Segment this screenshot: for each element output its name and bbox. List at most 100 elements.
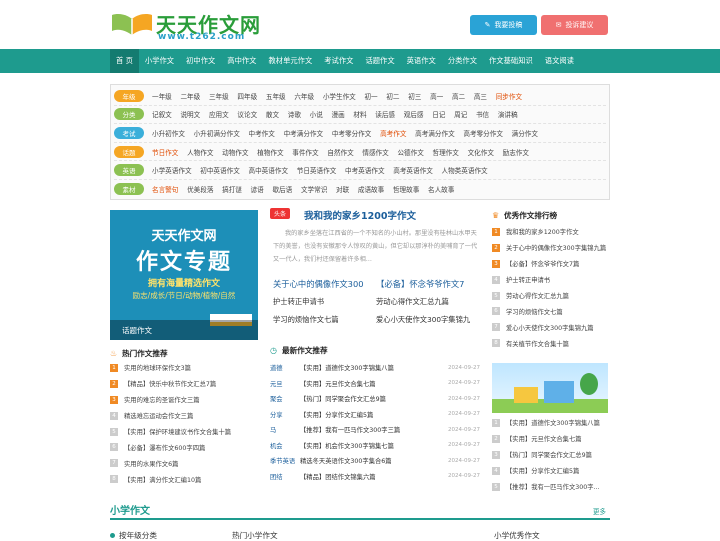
category-link[interactable]: 书信 [476,109,489,119]
latest-row[interactable]: 季节英语 精选冬天英语作文300字集合6篇 2024-09-27 [270,453,480,469]
list-item[interactable]: 5 【实用】保护环境建议书作文合集十篇 [110,424,260,440]
latest-title[interactable]: 【实用】道德作文300字锦集八篇 [300,363,448,372]
topic-banner[interactable]: 天天作文网 作文专题 拥有海量精选作文 励志/成长/节日/动物/植物/自然 话题… [110,210,258,340]
category-link[interactable]: 励志作文 [503,147,529,157]
category-link[interactable]: 小升初作文 [152,128,185,138]
latest-row[interactable]: 元旦 【实用】元旦作文合集七篇 2024-09-27 [270,376,480,392]
latest-cat[interactable]: 机会 [270,441,300,450]
list-item[interactable]: 3 实用的难忘的圣诞作文三篇 [110,392,260,408]
category-link[interactable]: 节日作文 [152,147,178,157]
category-link[interactable]: 散文 [266,109,279,119]
list-item[interactable]: 5 【推荐】我有一匹马作文300字... [492,479,610,495]
nav-reading[interactable]: 语文阅读 [539,49,580,73]
category-link[interactable]: 诗歌 [288,109,301,119]
category-link[interactable]: 节日英语作文 [297,165,337,175]
latest-cat[interactable]: 道德 [270,363,300,372]
latest-cat[interactable]: 分享 [270,410,300,419]
list-item[interactable]: 2 【实用】元旦作文合集七篇 [492,431,610,447]
nav-home[interactable]: 首 页 [110,49,139,73]
nav-basics[interactable]: 作文基础知识 [483,49,539,73]
category-link[interactable]: 成语故事 [358,184,384,194]
latest-row[interactable]: 马【推荐】我有一匹马作文300字三篇 2024-09-27 [270,422,480,438]
latest-title[interactable]: 【推荐】我有一匹马作文300字三篇 [300,425,448,434]
category-link[interactable]: 记叙文 [152,109,172,119]
category-link[interactable]: 事件作文 [292,147,318,157]
latest-title[interactable]: 【实用】分享作文汇编5篇 [300,410,448,419]
category-link[interactable]: 对联 [336,184,349,194]
nav-category[interactable]: 分类作文 [442,49,483,73]
category-link[interactable]: 日记 [432,109,445,119]
category-link[interactable]: 读后感 [375,109,395,119]
featured-link[interactable]: 爱心小天使作文300字集锦九 [376,315,479,325]
category-link[interactable]: 高考零分作文 [463,128,503,138]
category-link[interactable]: 小学生作文 [323,91,356,101]
nav-junior[interactable]: 初中作文 [180,49,221,73]
category-link[interactable]: 高考英语作文 [393,165,433,175]
list-item[interactable]: 8 有关植节作文合集十篇 [492,335,610,351]
category-link[interactable]: 初中英语作文 [200,165,240,175]
list-item[interactable]: 1 实用的地球环保作文3篇 [110,360,260,376]
category-link[interactable]: 高一 [430,91,443,101]
category-link[interactable]: 中考作文 [249,128,275,138]
category-link[interactable]: 哲理故事 [393,184,419,194]
category-link[interactable]: 初一 [364,91,377,101]
latest-row[interactable]: 聚会 【热门】同学聚会作文汇总9篇 2024-09-27 [270,391,480,407]
category-link[interactable]: 小升初满分作文 [194,128,240,138]
category-link[interactable]: 观后感 [404,109,424,119]
category-link[interactable]: 六年级 [294,91,314,101]
list-item[interactable]: 4 护士转正申请书 [492,272,610,288]
latest-title[interactable]: 【热门】同学聚会作文汇总9篇 [300,394,448,403]
latest-title[interactable]: 精选冬天英语作文300字集合6篇 [300,456,448,465]
category-link[interactable]: 小说 [310,109,323,119]
list-item[interactable]: 5 劳动心得作文汇总九篇 [492,288,610,304]
latest-title[interactable]: 【实用】机会作文300字锦集七篇 [300,441,448,450]
list-item[interactable]: 3 【热门】同学聚会作文汇总9篇 [492,447,610,463]
category-link[interactable]: 初二 [386,91,399,101]
more-link[interactable]: 更多 [593,506,606,516]
latest-row[interactable]: 分享 【实用】分享作文汇编5篇 2024-09-27 [270,407,480,423]
complaint-button[interactable]: ✉ 投诉建议 [541,15,608,35]
category-link-sync[interactable]: 同步作文 [496,91,522,101]
nav-primary[interactable]: 小学作文 [139,49,180,73]
category-link[interactable]: 议论文 [237,109,257,119]
latest-row[interactable]: 机会 【实用】机会作文300字锦集七篇 2024-09-27 [270,438,480,454]
category-link[interactable]: 材料 [353,109,366,119]
latest-title[interactable]: 【实用】元旦作文合集七篇 [300,379,448,388]
latest-cat[interactable]: 元旦 [270,379,300,388]
latest-title[interactable]: 【精品】团结作文锦集六篇 [300,472,448,481]
category-link[interactable]: 植物作文 [257,147,283,157]
list-item[interactable]: 2 【精品】快乐中秋节作文汇总7篇 [110,376,260,392]
category-link[interactable]: 谚语 [251,184,264,194]
list-item[interactable]: 2 关于心中的偶像作文300字集锦九篇 [492,240,610,256]
category-link[interactable]: 五年级 [266,91,286,101]
category-link[interactable]: 漫画 [332,109,345,119]
category-link[interactable]: 演讲稿 [498,109,518,119]
category-link[interactable]: 高二 [452,91,465,101]
category-link[interactable]: 高三 [474,91,487,101]
headline-link[interactable]: 我和我的家乡1200字作文 [304,208,416,222]
nav-english[interactable]: 英语作文 [401,49,442,73]
category-link[interactable]: 中考英语作文 [345,165,385,175]
category-link[interactable]: 文化作文 [468,147,494,157]
category-link[interactable]: 搞打谜 [222,184,242,194]
category-link[interactable]: 中考满分作文 [284,128,324,138]
list-item[interactable]: 1 【实用】道德作文300字锦集八篇 [492,415,610,431]
category-link[interactable]: 说明文 [180,109,200,119]
latest-cat[interactable]: 季节英语 [270,456,300,465]
category-link[interactable]: 中考零分作文 [332,128,372,138]
category-link[interactable]: 名人故事 [428,184,454,194]
list-item[interactable]: 4 【实用】分享作文汇编5篇 [492,463,610,479]
category-link[interactable]: 情感作文 [362,147,388,157]
category-link[interactable]: 二年级 [180,91,200,101]
category-link[interactable]: 歇后语 [272,184,292,194]
category-link[interactable]: 初三 [408,91,421,101]
category-link[interactable]: 四年级 [237,91,257,101]
category-link[interactable]: 满分作文 [512,128,538,138]
list-item[interactable]: 3 【必备】怀念爷爷作文7篇 [492,256,610,272]
category-link[interactable]: 周记 [454,109,467,119]
latest-cat[interactable]: 马 [270,425,300,434]
nav-senior[interactable]: 高中作文 [221,49,262,73]
category-link[interactable]: 哲理作文 [433,147,459,157]
category-link[interactable]: 人物作文 [187,147,213,157]
latest-cat[interactable]: 团结 [270,472,300,481]
